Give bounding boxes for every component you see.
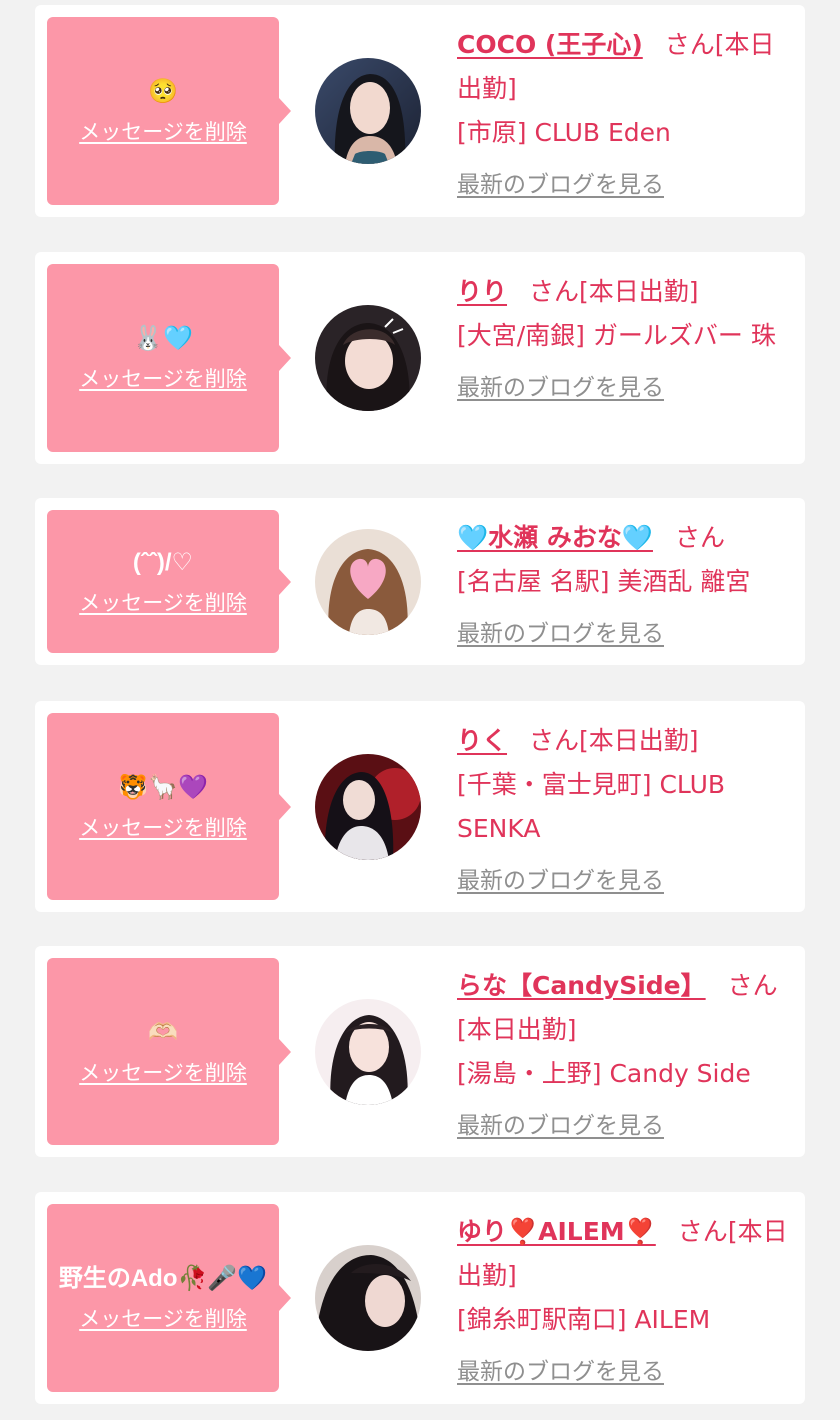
message-text: 🫶🏻 [148,1018,178,1046]
message-bubble: 🫶🏻 メッセージを削除 [47,958,291,1145]
shop-label: [名古屋 名駅] 美酒乱 離宮 [457,567,751,596]
honorific: さん [664,30,715,59]
honorific: さん [727,971,778,1000]
cast-name-link[interactable]: 🩵水瀬 みおな🩵 [457,523,653,552]
message-text: 🐰🩵 [133,325,193,352]
honorific: さん [529,277,580,306]
avatar[interactable] [315,998,421,1105]
latest-blog-link[interactable]: 最新のブログを見る [457,1350,664,1394]
avatar[interactable] [315,305,421,411]
message-list: 🥺 メッセージを削除 COCO (王子心) さん[本日出勤] [市原] CLUB … [0,0,840,1420]
avatar[interactable] [315,753,421,860]
shop-label: [千葉・富士見町] CLUB SENKA [457,770,726,843]
avatar[interactable] [315,1245,421,1351]
status-label: [本日出勤] [579,277,699,306]
card-info: りく さん[本日出勤] [千葉・富士見町] CLUB SENKA 最新のブログを見… [457,719,791,903]
honorific: さん [529,726,580,755]
delete-message-link[interactable]: メッセージを削除 [79,1057,247,1087]
message-bubble: 野生のAdo🥀🎤💙 メッセージを削除 [47,1204,291,1392]
cast-name-link[interactable]: りり [457,277,507,306]
latest-blog-link[interactable]: 最新のブログを見る [457,366,664,410]
honorific: さん [677,1217,728,1246]
delete-message-link[interactable]: メッセージを削除 [79,116,247,146]
avatar-image [315,305,421,411]
latest-blog-link[interactable]: 最新のブログを見る [457,612,664,656]
message-card: 🫶🏻 メッセージを削除 らな【CandySide】 さん [本日出勤] [湯島・上野… [35,946,805,1157]
shop-label: [市原] CLUB Eden [457,118,671,147]
avatar-image [315,58,421,164]
message-text: (ˆˆ)/♡ [132,548,194,576]
latest-blog-link[interactable]: 最新のブログを見る [457,163,664,207]
latest-blog-link[interactable]: 最新のブログを見る [457,859,664,903]
avatar[interactable] [315,58,421,164]
message-card: 野生のAdo🥀🎤💙 メッセージを削除 ゆり❣️AILEM❣️ さん[本日出勤] [… [35,1192,805,1404]
message-bubble: 🥺 メッセージを削除 [47,17,291,205]
cast-name-link[interactable]: らな【CandySide】 [457,971,706,1000]
delete-message-link[interactable]: メッセージを削除 [79,1303,247,1333]
status-label: [本日出勤] [457,1015,577,1044]
avatar-image [315,1245,421,1351]
message-bubble: (ˆˆ)/♡ メッセージを削除 [47,510,291,653]
message-bubble: 🐰🩵 メッセージを削除 [47,264,291,452]
message-bubble: 🐯🦙💜 メッセージを削除 [47,713,291,900]
latest-blog-link[interactable]: 最新のブログを見る [457,1104,664,1148]
message-card: (ˆˆ)/♡ メッセージを削除 🩵水瀬 みおな🩵 さん [名古屋 名駅] 美酒乱 … [35,498,805,665]
card-info: COCO (王子心) さん[本日出勤] [市原] CLUB Eden 最新のブログ… [457,23,791,207]
status-label: [本日出勤] [579,726,699,755]
message-text: 🐯🦙💜 [118,773,208,801]
card-info: ゆり❣️AILEM❣️ さん[本日出勤] [錦糸町駅南口] AILEM 最新のブロ… [457,1210,791,1394]
cast-name-link[interactable]: COCO (王子心) [457,30,643,59]
delete-message-link[interactable]: メッセージを削除 [79,363,247,393]
cast-name-link[interactable]: ゆり❣️AILEM❣️ [457,1217,656,1246]
message-text: 🥺 [148,78,178,105]
shop-label: [錦糸町駅南口] AILEM [457,1305,711,1334]
avatar[interactable] [315,528,421,635]
card-info: らな【CandySide】 さん [本日出勤] [湯島・上野] Candy Side… [457,964,791,1148]
shop-label: [湯島・上野] Candy Side [457,1059,751,1088]
shop-label: [大宮/南銀] ガールズバー 珠 [457,321,776,350]
delete-message-link[interactable]: メッセージを削除 [79,812,247,842]
message-text: 野生のAdo🥀🎤💙 [58,1265,268,1292]
avatar-image [315,528,421,635]
message-card: 🐰🩵 メッセージを削除 りり さん[本日出勤] [大宮/南銀] ガールズバー 珠 … [35,252,805,464]
message-card: 🐯🦙💜 メッセージを削除 りく さん[本日出勤] [千葉・富士見町] CLUB S… [35,701,805,912]
avatar-image [315,998,421,1105]
message-card: 🥺 メッセージを削除 COCO (王子心) さん[本日出勤] [市原] CLUB … [35,5,805,217]
avatar-image [315,753,421,860]
cast-name-link[interactable]: りく [457,726,507,755]
card-info: 🩵水瀬 みおな🩵 さん [名古屋 名駅] 美酒乱 離宮 最新のブログを見る [457,516,791,656]
honorific: さん [674,523,725,552]
card-info: りり さん[本日出勤] [大宮/南銀] ガールズバー 珠 最新のブログを見る [457,270,791,410]
delete-message-link[interactable]: メッセージを削除 [79,587,247,617]
